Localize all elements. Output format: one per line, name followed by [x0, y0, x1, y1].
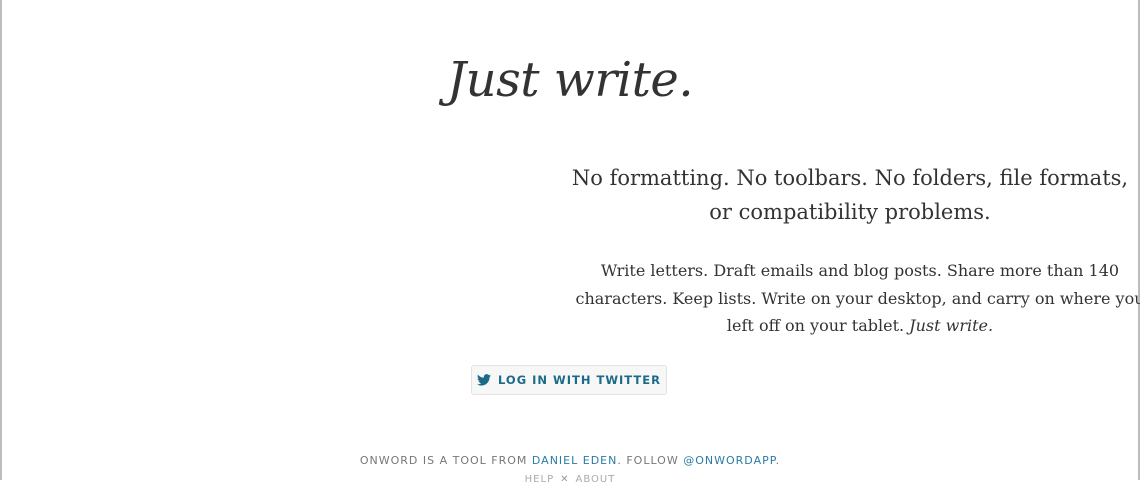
page-title: Just write. [0, 48, 1140, 112]
login-with-twitter-label: LOG IN WITH TWITTER [498, 373, 661, 387]
footer-credits: ONWORD IS A TOOL FROM DANIEL EDEN. FOLLO… [0, 453, 1140, 469]
lead-paragraph: No formatting. No toolbars. No folders, … [570, 161, 1130, 229]
description-text: Write letters. Draft emails and blog pos… [576, 261, 1140, 335]
footer-suffix: . [776, 454, 781, 467]
footer-nav: HELP✕ABOUT [0, 473, 1140, 487]
description-paragraph: Write letters. Draft emails and blog pos… [570, 257, 1140, 340]
description-emphasis: Just write. [909, 316, 993, 335]
footer-follow-text: . FOLLOW [617, 454, 678, 467]
twitter-handle-link[interactable]: @ONWORDAPP [683, 454, 775, 467]
twitter-bird-icon [477, 374, 491, 386]
landing-page: Just write. No formatting. No toolbars. … [0, 0, 1140, 480]
footer-prefix: ONWORD IS A TOOL FROM [360, 454, 528, 467]
lead-text: No formatting. No toolbars. No folders, … [572, 166, 1128, 224]
author-link[interactable]: DANIEL EDEN [532, 454, 617, 467]
login-with-twitter-button[interactable]: LOG IN WITH TWITTER [471, 365, 667, 395]
